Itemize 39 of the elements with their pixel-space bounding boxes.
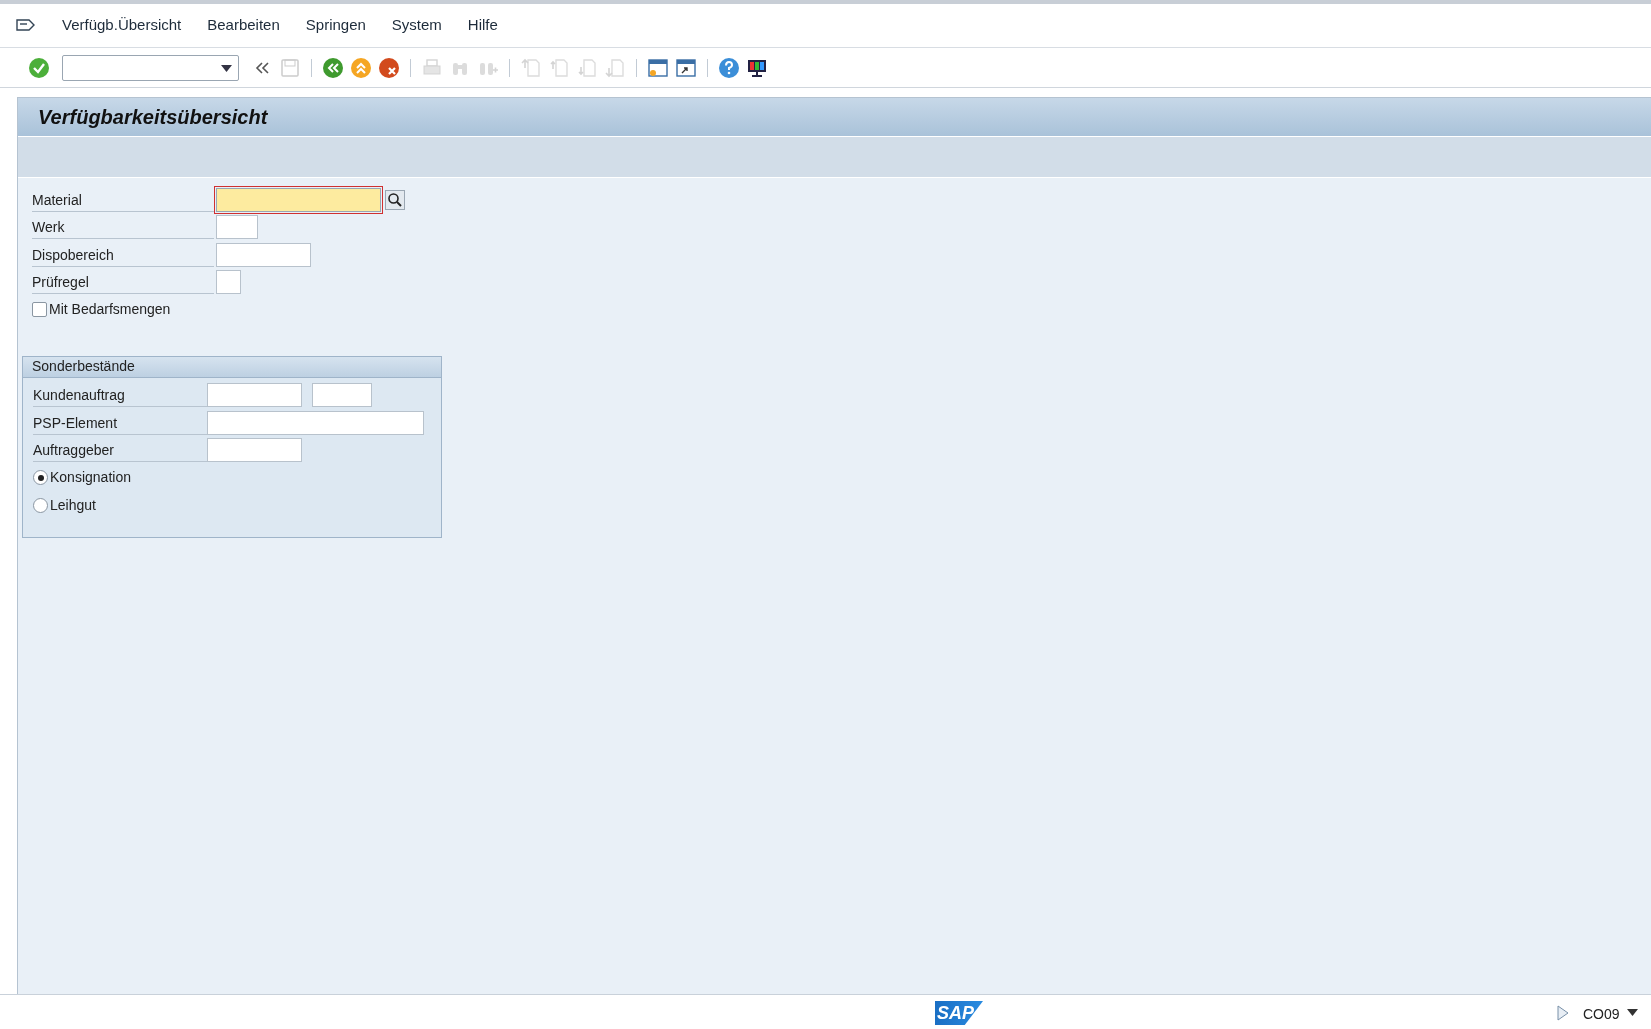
menu-item[interactable]: Verfügb.Übersicht xyxy=(62,14,182,37)
input-field[interactable] xyxy=(216,187,381,212)
field-label: Dispobereich xyxy=(32,242,214,267)
input-field[interactable] xyxy=(312,383,372,408)
menu-icon[interactable] xyxy=(16,17,36,34)
sap-logo: SAP xyxy=(935,1001,983,1025)
input-field[interactable] xyxy=(207,383,302,408)
search-icon[interactable] xyxy=(385,189,405,210)
dropdown-icon[interactable] xyxy=(221,64,232,72)
shortcut-window-icon[interactable] xyxy=(675,56,697,79)
radio-button[interactable] xyxy=(33,497,48,513)
input-field[interactable] xyxy=(216,242,311,267)
new-window-icon[interactable] xyxy=(647,56,669,79)
menu-item[interactable]: System xyxy=(391,14,442,37)
transaction-code[interactable]: CO09 xyxy=(1583,1004,1620,1025)
field-label: Werk xyxy=(32,215,214,240)
checkbox[interactable] xyxy=(32,302,47,318)
radio-button[interactable] xyxy=(33,470,48,486)
field-label: Leihgut xyxy=(50,495,96,515)
field-label: Konsignation xyxy=(50,468,131,488)
help-icon[interactable] xyxy=(718,56,740,79)
input-field[interactable] xyxy=(216,270,241,295)
enter-icon[interactable] xyxy=(28,56,50,79)
cancel-icon[interactable] xyxy=(378,56,400,79)
input-field[interactable] xyxy=(216,215,258,240)
field-label: Prüfregel xyxy=(32,270,214,295)
exit-icon[interactable] xyxy=(350,56,372,79)
menu-item[interactable]: Hilfe xyxy=(467,14,498,37)
play-icon[interactable] xyxy=(1557,1005,1569,1021)
dropdown-icon[interactable] xyxy=(1627,1009,1638,1016)
back-icon[interactable] xyxy=(322,56,344,79)
group-title: Sonderbestände xyxy=(32,357,135,376)
menu-item[interactable]: Springen xyxy=(305,14,366,37)
menu-item[interactable]: Bearbeiten xyxy=(207,14,280,37)
field-label: Mit Bedarfsmengen xyxy=(49,300,171,320)
input-field[interactable] xyxy=(207,410,424,435)
command-field[interactable] xyxy=(62,54,239,81)
screen-title: Verfügbarkeitsübersicht xyxy=(38,105,268,130)
input-field[interactable] xyxy=(207,438,302,463)
